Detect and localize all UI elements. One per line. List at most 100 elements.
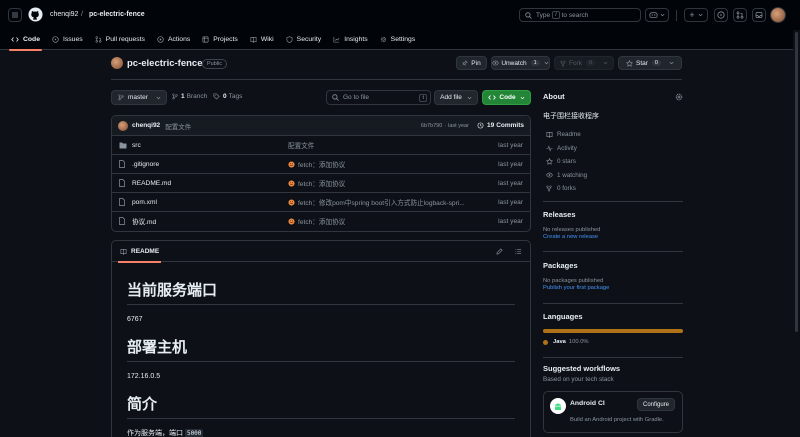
search-icon: [525, 11, 532, 19]
repo-owner-avatar[interactable]: [111, 57, 123, 69]
page-scrollbar[interactable]: [793, 30, 800, 437]
branch-selector[interactable]: master: [111, 90, 167, 105]
outline-list-icon[interactable]: [515, 248, 522, 255]
pulse-icon: [543, 145, 555, 152]
sidebar-divider: [543, 251, 683, 252]
branches-label: Branch: [186, 93, 208, 100]
language-item-java[interactable]: Java 100.0%: [543, 339, 683, 345]
tab-pull-requests[interactable]: Pull requests: [89, 30, 151, 50]
file-row[interactable]: pom.xml fetch：修改pom中spring boot引入方式防止log…: [112, 192, 530, 211]
about-title: About: [543, 92, 565, 101]
readme-heading-intro: 简介: [127, 396, 158, 413]
about-item-watching[interactable]: 1 watching: [543, 169, 683, 183]
pin-button[interactable]: Pin: [456, 56, 487, 70]
language-percent: 100.0%: [568, 339, 589, 345]
github-logo-icon[interactable]: [28, 7, 43, 22]
commit-message[interactable]: 配置文件: [165, 121, 421, 131]
breadcrumb-repo[interactable]: pc-electric-fence: [89, 11, 145, 18]
file-name[interactable]: .gitignore: [132, 161, 288, 168]
avatar[interactable]: [770, 7, 786, 23]
publish-package-link[interactable]: Publish your first package: [543, 285, 683, 291]
file-row[interactable]: src 配置文件 last year: [112, 135, 530, 154]
tab-insights[interactable]: Insights: [327, 30, 373, 50]
breadcrumb-owner[interactable]: chenqi92: [50, 11, 78, 18]
configure-button[interactable]: Configure: [637, 398, 675, 411]
file-row[interactable]: .gitignore fetch：添加协议 last year: [112, 154, 530, 173]
branches-link[interactable]: 1 Branch: [172, 93, 207, 100]
latest-commit-bar: chenqi92 配置文件 6b7b790 · last year 19 Com…: [112, 116, 530, 135]
tab-wiki[interactable]: Wiki: [244, 30, 280, 50]
edit-pencil-icon[interactable]: [496, 247, 503, 255]
commit-hash[interactable]: 6b7b790: [421, 123, 442, 129]
commits-count[interactable]: 19: [487, 122, 494, 129]
fork-button[interactable]: Fork 0: [554, 56, 614, 70]
file-commit-message[interactable]: 配置文件: [288, 140, 498, 150]
issues-button[interactable]: [714, 8, 728, 22]
about-section: About 电子围栏接收程序 Readme Activity 0 stars 1…: [543, 92, 683, 196]
about-item-label: Activity: [557, 144, 577, 152]
chevron-down-icon: [669, 61, 674, 65]
file-commit-message[interactable]: fetch：添加协议: [298, 216, 498, 226]
about-item-label: 0 forks: [557, 185, 576, 193]
tab-label: Code: [23, 36, 40, 43]
code-dropdown-button[interactable]: Code: [482, 90, 531, 105]
create-release-link[interactable]: Create a new release: [543, 234, 683, 240]
eye-icon: [492, 60, 500, 66]
gear-icon: [380, 36, 387, 43]
tab-label: Issues: [63, 36, 83, 43]
scrollbar-thumb[interactable]: [795, 32, 798, 332]
copilot-button[interactable]: [645, 8, 669, 22]
tab-label: Pull requests: [105, 36, 145, 43]
tab-projects[interactable]: Projects: [196, 30, 244, 50]
releases-section: Releases No releases published Create a …: [543, 210, 683, 240]
about-item-readme[interactable]: Readme: [543, 128, 683, 142]
about-item-forks[interactable]: 0 forks: [543, 182, 683, 196]
commits-label[interactable]: Commits: [496, 122, 524, 129]
chevron-down-icon: [698, 13, 703, 17]
tab-actions[interactable]: Actions: [151, 30, 196, 50]
file-name[interactable]: src: [132, 142, 288, 149]
global-search-input[interactable]: Type / to search: [519, 8, 641, 22]
packages-title[interactable]: Packages: [543, 261, 683, 270]
releases-title[interactable]: Releases: [543, 210, 683, 219]
tags-link[interactable]: 0 Tags: [213, 93, 242, 100]
emoji-icon: [288, 160, 295, 168]
file-name[interactable]: pom.xml: [132, 199, 288, 206]
book-icon: [543, 131, 555, 139]
about-item-activity[interactable]: Activity: [543, 142, 683, 156]
file-commit-message[interactable]: fetch：修改pom中spring boot引入方式防止logback-spr…: [298, 197, 490, 207]
top-header: chenqi92 / pc-electric-fence Type / to s…: [0, 0, 800, 30]
go-to-file-input[interactable]: Go to file t: [326, 90, 431, 105]
readme-tab[interactable]: README: [118, 241, 162, 263]
file-row[interactable]: README.md fetch：添加协议 last year: [112, 173, 530, 192]
gear-icon[interactable]: [675, 93, 683, 101]
file-name[interactable]: 协议.md: [132, 216, 288, 226]
file-row[interactable]: 协议.md fetch：添加协议 last year: [112, 211, 530, 230]
book-icon: [120, 248, 127, 255]
menu-button[interactable]: [8, 8, 22, 22]
android-icon: [550, 398, 566, 414]
inbox-button[interactable]: [752, 8, 766, 22]
about-item-stars[interactable]: 0 stars: [543, 155, 683, 169]
file-commit-message[interactable]: fetch：添加协议: [298, 178, 498, 188]
file-browser: chenqi92 配置文件 6b7b790 · last year 19 Com…: [111, 115, 531, 232]
pull-requests-button[interactable]: [733, 8, 747, 22]
tab-settings[interactable]: Settings: [374, 30, 422, 50]
tab-code[interactable]: Code: [5, 30, 46, 51]
create-new-button[interactable]: +: [684, 8, 708, 22]
file-commit-message[interactable]: fetch：添加协议: [298, 159, 498, 169]
unwatch-button[interactable]: Unwatch 1: [491, 56, 550, 70]
commit-author-avatar[interactable]: [118, 120, 128, 131]
chevron-down-icon: [156, 96, 161, 100]
suggested-workflows-section: Suggested workflows Based on your tech s…: [543, 364, 683, 433]
commit-author[interactable]: chenqi92: [132, 122, 160, 129]
star-button[interactable]: Star 0: [618, 56, 682, 70]
tab-security[interactable]: Security: [280, 30, 328, 50]
add-file-button[interactable]: Add file: [434, 90, 478, 105]
file-name[interactable]: README.md: [132, 180, 288, 187]
tab-issues[interactable]: Issues: [46, 30, 89, 50]
file-commit-time: last year: [498, 160, 523, 168]
go-to-file-shortcut: t: [419, 93, 427, 102]
code-button-label: Code: [499, 94, 516, 101]
repo-name[interactable]: pc-electric-fence: [127, 58, 203, 69]
